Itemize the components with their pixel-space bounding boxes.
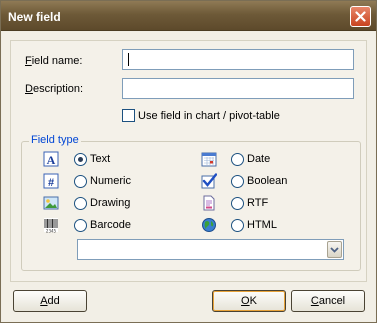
barcode-icon: 2345 <box>44 218 58 234</box>
radio-drawing-label[interactable]: Drawing <box>90 197 130 209</box>
text-caret <box>128 53 129 66</box>
radio-numeric-label[interactable]: Numeric <box>90 175 131 187</box>
checkmark-icon <box>201 173 217 189</box>
radio-date[interactable] <box>231 153 244 166</box>
close-button[interactable] <box>350 6 371 27</box>
chart-pivot-checkbox-label[interactable]: Use field in chart / pivot-table <box>138 110 280 122</box>
ok-button-label: OK <box>241 295 257 307</box>
calendar-icon <box>201 152 217 167</box>
dialog-body: Field name: Description: Use field in ch… <box>2 32 375 322</box>
chevron-down-icon <box>330 246 339 253</box>
rtf-document-icon <box>203 195 215 211</box>
radio-rtf-label[interactable]: RTF <box>247 197 268 209</box>
ok-button[interactable]: OK <box>212 290 286 312</box>
globe-icon <box>202 218 216 232</box>
radio-barcode-label[interactable]: Barcode <box>90 219 131 231</box>
add-button-label: Add <box>40 295 60 307</box>
radio-numeric[interactable] <box>74 175 87 188</box>
field-type-legend: Field type <box>29 134 81 146</box>
add-button[interactable]: Add <box>13 290 87 312</box>
new-field-dialog: New field Field name: Description: Use f… <box>0 0 377 323</box>
description-input[interactable] <box>122 78 354 99</box>
form-panel: Field name: Description: Use field in ch… <box>10 40 367 282</box>
close-icon <box>355 11 366 22</box>
field-type-combo[interactable] <box>77 239 344 260</box>
window-title: New field <box>8 10 61 24</box>
radio-text-label[interactable]: Text <box>90 153 110 165</box>
cancel-button[interactable]: Cancel <box>291 290 365 312</box>
field-name-input[interactable] <box>122 49 354 70</box>
radio-boolean-label[interactable]: Boolean <box>247 175 287 187</box>
title-bar[interactable]: New field <box>1 1 376 31</box>
svg-text:2345: 2345 <box>46 229 57 234</box>
picture-icon <box>43 196 59 210</box>
radio-text[interactable] <box>74 153 87 166</box>
radio-barcode[interactable] <box>74 219 87 232</box>
radio-drawing[interactable] <box>74 197 87 210</box>
svg-text:A: A <box>47 153 56 167</box>
svg-text:#: # <box>48 177 54 189</box>
radio-html-label[interactable]: HTML <box>247 219 277 231</box>
radio-boolean[interactable] <box>231 175 244 188</box>
cancel-button-label: Cancel <box>310 295 346 307</box>
radio-date-label[interactable]: Date <box>247 153 270 165</box>
description-label: Description: <box>25 83 84 95</box>
radio-rtf[interactable] <box>231 197 244 210</box>
chart-pivot-checkbox[interactable] <box>122 109 135 122</box>
hash-icon: # <box>43 173 59 189</box>
text-a-icon: A <box>43 151 59 167</box>
radio-html[interactable] <box>231 219 244 232</box>
field-name-label: Field name: <box>25 55 83 67</box>
combo-dropdown-button[interactable] <box>327 241 342 258</box>
